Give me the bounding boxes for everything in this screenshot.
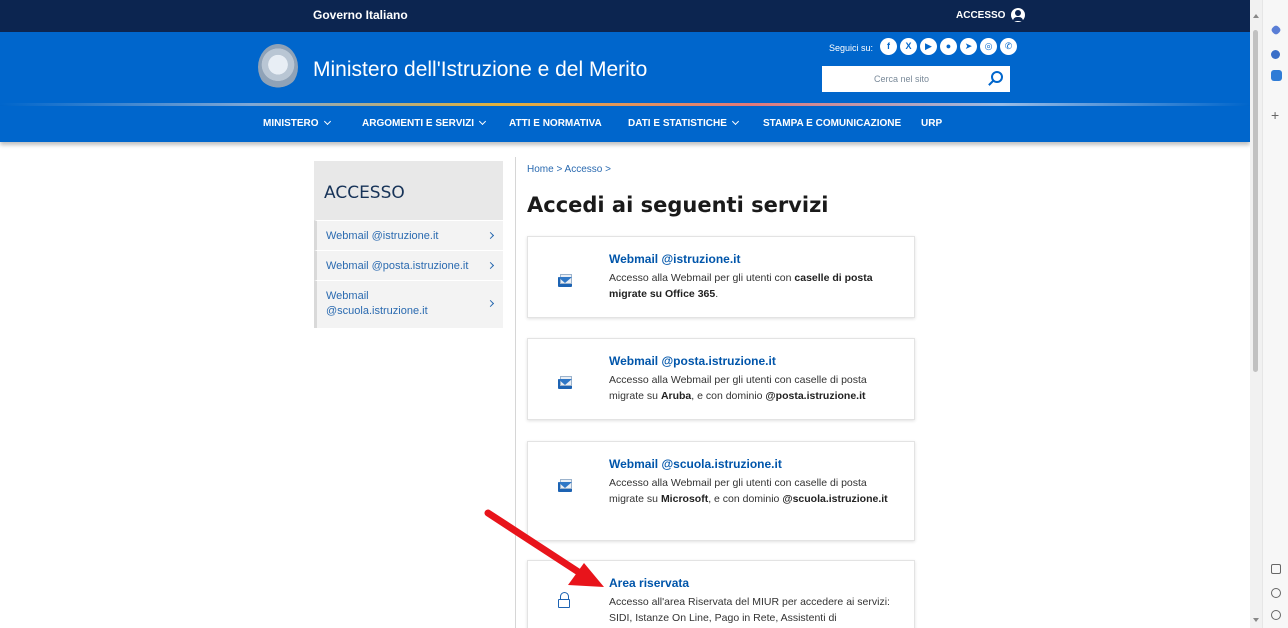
search-input[interactable] xyxy=(822,66,972,92)
page-scrollbar[interactable] xyxy=(1250,0,1262,628)
mail-icon xyxy=(558,479,572,492)
search-box xyxy=(822,66,1010,92)
sidebar-title: ACCESSO xyxy=(314,161,503,220)
nav-item-label: URP xyxy=(921,118,943,129)
outlook-icon[interactable] xyxy=(1271,70,1282,81)
main-nav: MINISTERO ARGOMENTI E SERVIZI ATTI E NOR… xyxy=(0,106,1250,142)
sidebar-panel-icon[interactable] xyxy=(1271,564,1281,574)
page-title: Accedi ai seguenti servizi xyxy=(527,193,829,217)
whatsapp-icon[interactable]: ✆ xyxy=(1000,38,1017,55)
login-link[interactable]: ACCESSO xyxy=(956,8,1026,22)
card-description: Accesso all'area Riservata del MIUR per … xyxy=(609,596,890,624)
card-title[interactable]: Webmail @posta.istruzione.it xyxy=(609,354,776,368)
chevron-down-icon xyxy=(479,117,487,126)
facebook-icon[interactable]: f xyxy=(880,38,897,55)
nav-item-argomenti-e-servizi[interactable]: ARGOMENTI E SERVIZI xyxy=(362,117,487,129)
sidebar: ACCESSO Webmail @istruzione.it Webmail @… xyxy=(314,161,503,328)
nav-item-urp[interactable]: URP xyxy=(921,118,942,129)
add-icon[interactable]: + xyxy=(1271,107,1279,123)
telegram-icon[interactable]: ➤ xyxy=(960,38,977,55)
chevron-right-icon xyxy=(486,231,495,240)
extension-icon[interactable] xyxy=(1271,50,1280,59)
nav-item-label: DATI E STATISTICHE xyxy=(628,118,727,129)
nav-item-atti-e-normativa[interactable]: ATTI E NORMATIVA xyxy=(509,118,602,129)
nav-item-label: ATTI E NORMATIVA xyxy=(509,118,602,129)
service-card-webmail-istruzione[interactable]: Webmail @istruzione.it Accesso alla Webm… xyxy=(527,236,915,318)
site-title[interactable]: Ministero dell'Istruzione e del Merito xyxy=(313,58,647,82)
lock-icon xyxy=(558,592,570,608)
scroll-down-icon[interactable] xyxy=(1253,618,1259,622)
nav-item-stampa-e-comunicazione[interactable]: STAMPA E COMUNICAZIONE xyxy=(763,118,901,129)
browser-sidebar: + xyxy=(1262,0,1288,628)
chevron-down-icon xyxy=(731,117,739,126)
x-icon[interactable]: X xyxy=(900,38,917,55)
card-title[interactable]: Webmail @istruzione.it xyxy=(609,252,741,266)
sidebar-item-webmail-posta[interactable]: Webmail @posta.istruzione.it xyxy=(314,250,503,280)
annotation-arrow-icon xyxy=(484,509,604,587)
nav-item-label: ARGOMENTI E SERVIZI xyxy=(362,118,475,129)
scroll-thumb[interactable] xyxy=(1253,30,1258,372)
card-title[interactable]: Area riservata xyxy=(609,576,689,590)
sidebar-item-webmail-istruzione[interactable]: Webmail @istruzione.it xyxy=(314,220,503,250)
nav-item-label: STAMPA E COMUNICAZIONE xyxy=(763,118,902,129)
card-description: Accesso alla Webmail per gli utenti con … xyxy=(609,272,873,300)
medium-icon[interactable]: ● xyxy=(940,38,957,55)
chevron-down-icon xyxy=(323,117,331,126)
mail-icon xyxy=(558,274,572,287)
card-description: Accesso alla Webmail per gli utenti con … xyxy=(609,477,888,505)
republic-emblem-icon[interactable] xyxy=(258,44,298,90)
youtube-icon[interactable]: ▶ xyxy=(920,38,937,55)
sidebar-item-label: Webmail @scuola.istruzione.it xyxy=(326,290,428,317)
mail-icon xyxy=(558,376,572,389)
refresh-icon[interactable] xyxy=(1271,588,1281,598)
sidebar-item-label: Webmail @istruzione.it xyxy=(326,230,439,242)
search-icon[interactable] xyxy=(991,71,1003,83)
social-links: f X ▶ ● ➤ ◎ ✆ xyxy=(880,38,1017,55)
nav-item-dati-e-statistiche[interactable]: DATI E STATISTICHE xyxy=(628,117,739,129)
breadcrumb[interactable]: Home > Accesso > xyxy=(527,164,611,175)
nav-item-label: MINISTERO xyxy=(263,118,319,129)
government-link[interactable]: Governo Italiano xyxy=(313,8,408,22)
copilot-icon[interactable] xyxy=(1270,24,1282,36)
nav-item-ministero[interactable]: MINISTERO xyxy=(263,117,331,129)
card-description: Accesso alla Webmail per gli utenti con … xyxy=(609,374,867,402)
scroll-up-icon[interactable] xyxy=(1253,14,1259,18)
government-bar: Governo Italiano ACCESSO xyxy=(0,0,1250,32)
card-title[interactable]: Webmail @scuola.istruzione.it xyxy=(609,457,782,471)
chevron-right-icon xyxy=(486,299,495,308)
social-label: Seguici su: xyxy=(829,43,874,53)
service-card-webmail-posta[interactable]: Webmail @posta.istruzione.it Accesso all… xyxy=(527,338,915,420)
sidebar-item-webmail-scuola[interactable]: Webmail @scuola.istruzione.it xyxy=(314,280,503,328)
gear-icon[interactable] xyxy=(1271,610,1281,620)
login-label: ACCESSO xyxy=(956,9,1006,21)
sidebar-item-label: Webmail @posta.istruzione.it xyxy=(326,260,469,272)
chevron-right-icon xyxy=(486,261,495,270)
site-header: Ministero dell'Istruzione e del Merito S… xyxy=(0,32,1250,104)
user-icon xyxy=(1011,8,1026,22)
instagram-icon[interactable]: ◎ xyxy=(980,38,997,55)
